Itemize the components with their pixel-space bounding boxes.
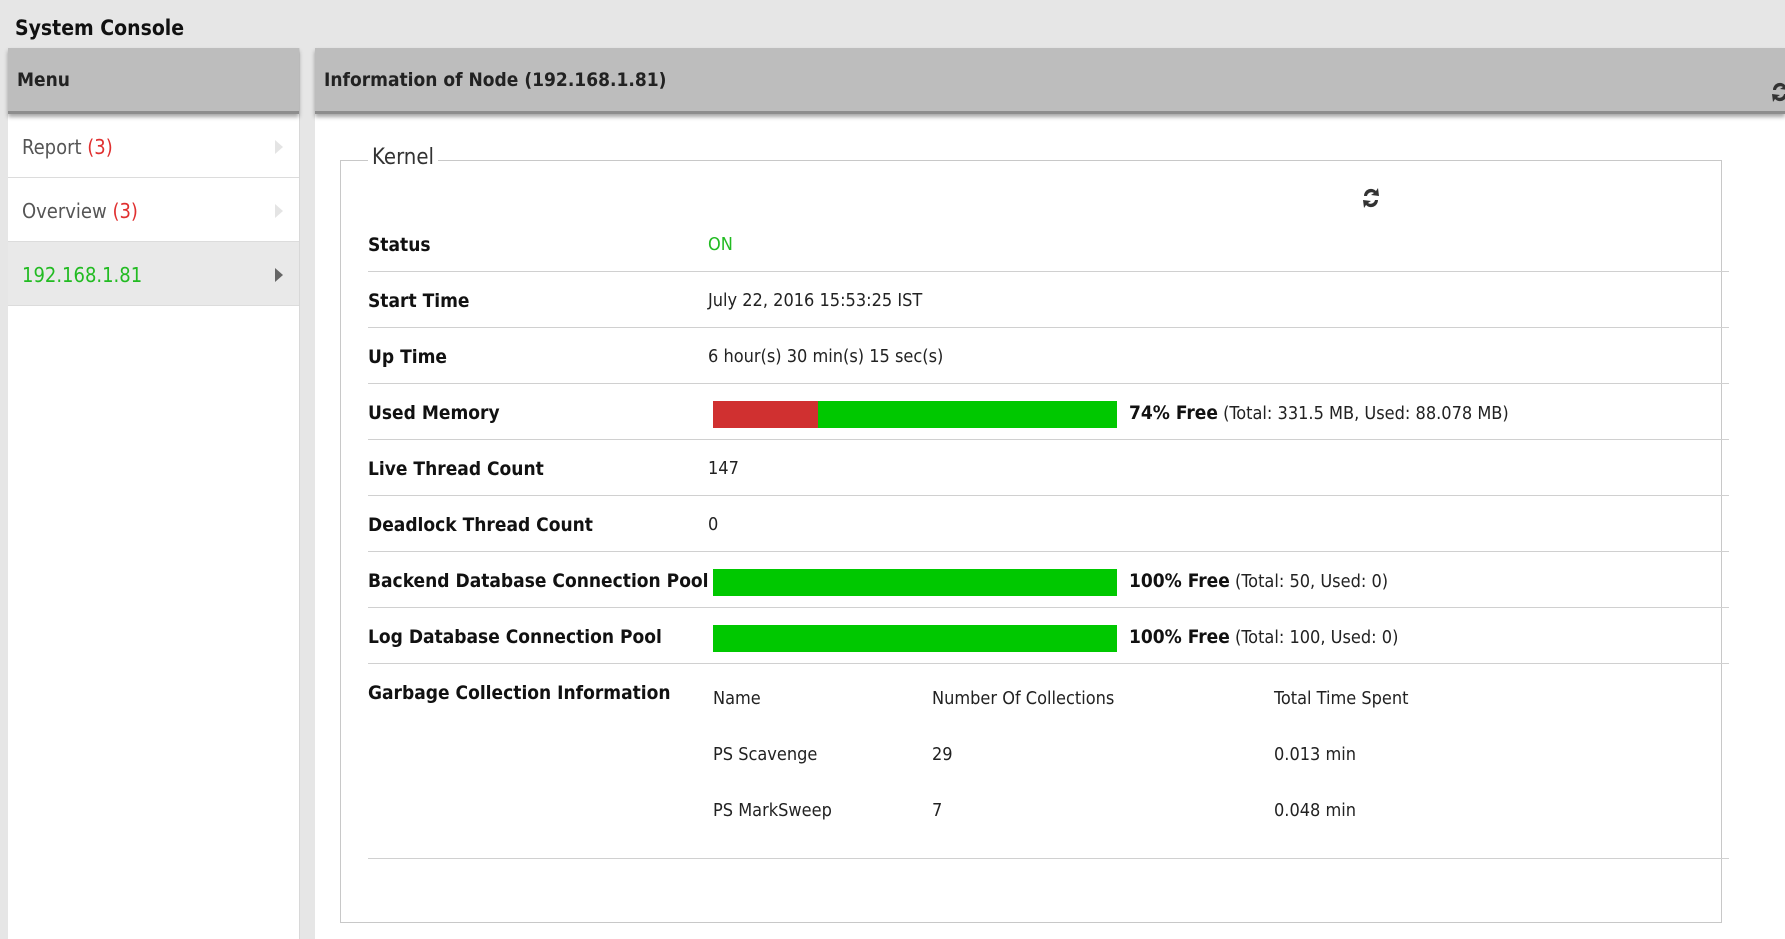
free-percent: 100% Free [1129, 570, 1230, 592]
menu-item-count: (3) [87, 135, 113, 159]
info-row-deadlock-threads: Deadlock Thread Count 0 [368, 496, 1729, 552]
gc-cell-count: 7 [932, 800, 943, 821]
gc-cell-time: 0.013 min [1274, 744, 1357, 765]
info-label: Deadlock Thread Count [368, 514, 593, 536]
page-title: Information of Node (192.168.1.81) [324, 69, 667, 91]
info-value: 147 [708, 458, 739, 479]
info-row-log-pool: Log Database Connection Pool 100% Free (… [368, 608, 1729, 664]
gc-cell-name: PS MarkSweep [713, 800, 832, 821]
status-badge: ON [708, 234, 733, 255]
log-pool-bar [713, 625, 1117, 652]
node-info-header: Information of Node (192.168.1.81) [315, 48, 1785, 114]
info-row-live-threads: Live Thread Count 147 [368, 440, 1729, 496]
menu-item-label: Overview [22, 199, 107, 223]
menu-item-node[interactable]: 192.168.1.81 [8, 242, 299, 306]
gc-column-header: Number Of Collections [932, 688, 1115, 709]
pool-detail: (Total: 50, Used: 0) [1235, 571, 1389, 592]
pane-gutter [0, 48, 8, 939]
info-value: July 22, 2016 15:53:25 IST [708, 290, 923, 311]
backend-pool-bar [713, 569, 1117, 596]
gc-cell-time: 0.048 min [1274, 800, 1357, 821]
chevron-right-icon [275, 204, 283, 218]
memory-free-text: 74% Free (Total: 331.5 MB, Used: 88.078 … [1129, 402, 1509, 424]
info-label: Status [368, 234, 431, 256]
info-row-backend-pool: Backend Database Connection Pool 100% Fr… [368, 552, 1729, 608]
kernel-info-table: Status ON Start Time July 22, 2016 15:53… [368, 216, 1729, 859]
chevron-right-icon [275, 268, 283, 282]
info-label: Up Time [368, 346, 447, 368]
info-row-up-time: Up Time 6 hour(s) 30 min(s) 15 sec(s) [368, 328, 1729, 384]
gc-column-header: Total Time Spent [1274, 688, 1409, 709]
pane-splitter[interactable] [300, 48, 315, 939]
refresh-icon[interactable] [1360, 185, 1382, 211]
backend-pool-free-text: 100% Free (Total: 50, Used: 0) [1129, 570, 1388, 592]
app-title: System Console [0, 0, 1785, 48]
menu-header: Menu [8, 48, 299, 114]
menu-item-overview[interactable]: Overview (3) [8, 178, 299, 242]
menu-item-count: (3) [112, 199, 138, 223]
info-row-start-time: Start Time July 22, 2016 15:53:25 IST [368, 272, 1729, 328]
pool-detail: (Total: 100, Used: 0) [1235, 627, 1399, 648]
log-pool-free-text: 100% Free (Total: 100, Used: 0) [1129, 626, 1398, 648]
menu-item-label: 192.168.1.81 [22, 263, 143, 287]
info-row-status: Status ON [368, 216, 1729, 272]
info-label: Used Memory [368, 402, 500, 424]
info-row-used-memory: Used Memory 74% Free (Total: 331.5 MB, U… [368, 384, 1729, 440]
memory-usage-bar [713, 401, 1117, 428]
info-label: Log Database Connection Pool [368, 626, 662, 648]
info-value: 0 [708, 514, 719, 535]
menu-item-report[interactable]: Report (3) [8, 114, 299, 178]
free-percent: 100% Free [1129, 626, 1230, 648]
section-title: Kernel [368, 145, 439, 170]
refresh-icon[interactable] [1769, 67, 1785, 102]
gc-cell-count: 29 [932, 744, 953, 765]
gc-cell-name: PS Scavenge [713, 744, 818, 765]
memory-detail: (Total: 331.5 MB, Used: 88.078 MB) [1223, 403, 1509, 424]
info-row-gc: Garbage Collection Information Name Numb… [368, 664, 1729, 859]
info-label: Start Time [368, 290, 470, 312]
menu-panel: Menu Report (3) Overview (3) 192.168.1.8… [8, 48, 300, 939]
info-label: Live Thread Count [368, 458, 544, 480]
info-label: Backend Database Connection Pool [368, 570, 709, 592]
menu-item-label: Report [22, 135, 82, 159]
free-percent: 74% Free [1129, 402, 1218, 424]
chevron-right-icon [275, 140, 283, 154]
info-value: 6 hour(s) 30 min(s) 15 sec(s) [708, 346, 944, 367]
bar-used-segment [713, 401, 819, 428]
info-label: Garbage Collection Information [368, 682, 671, 704]
gc-column-header: Name [713, 688, 761, 709]
